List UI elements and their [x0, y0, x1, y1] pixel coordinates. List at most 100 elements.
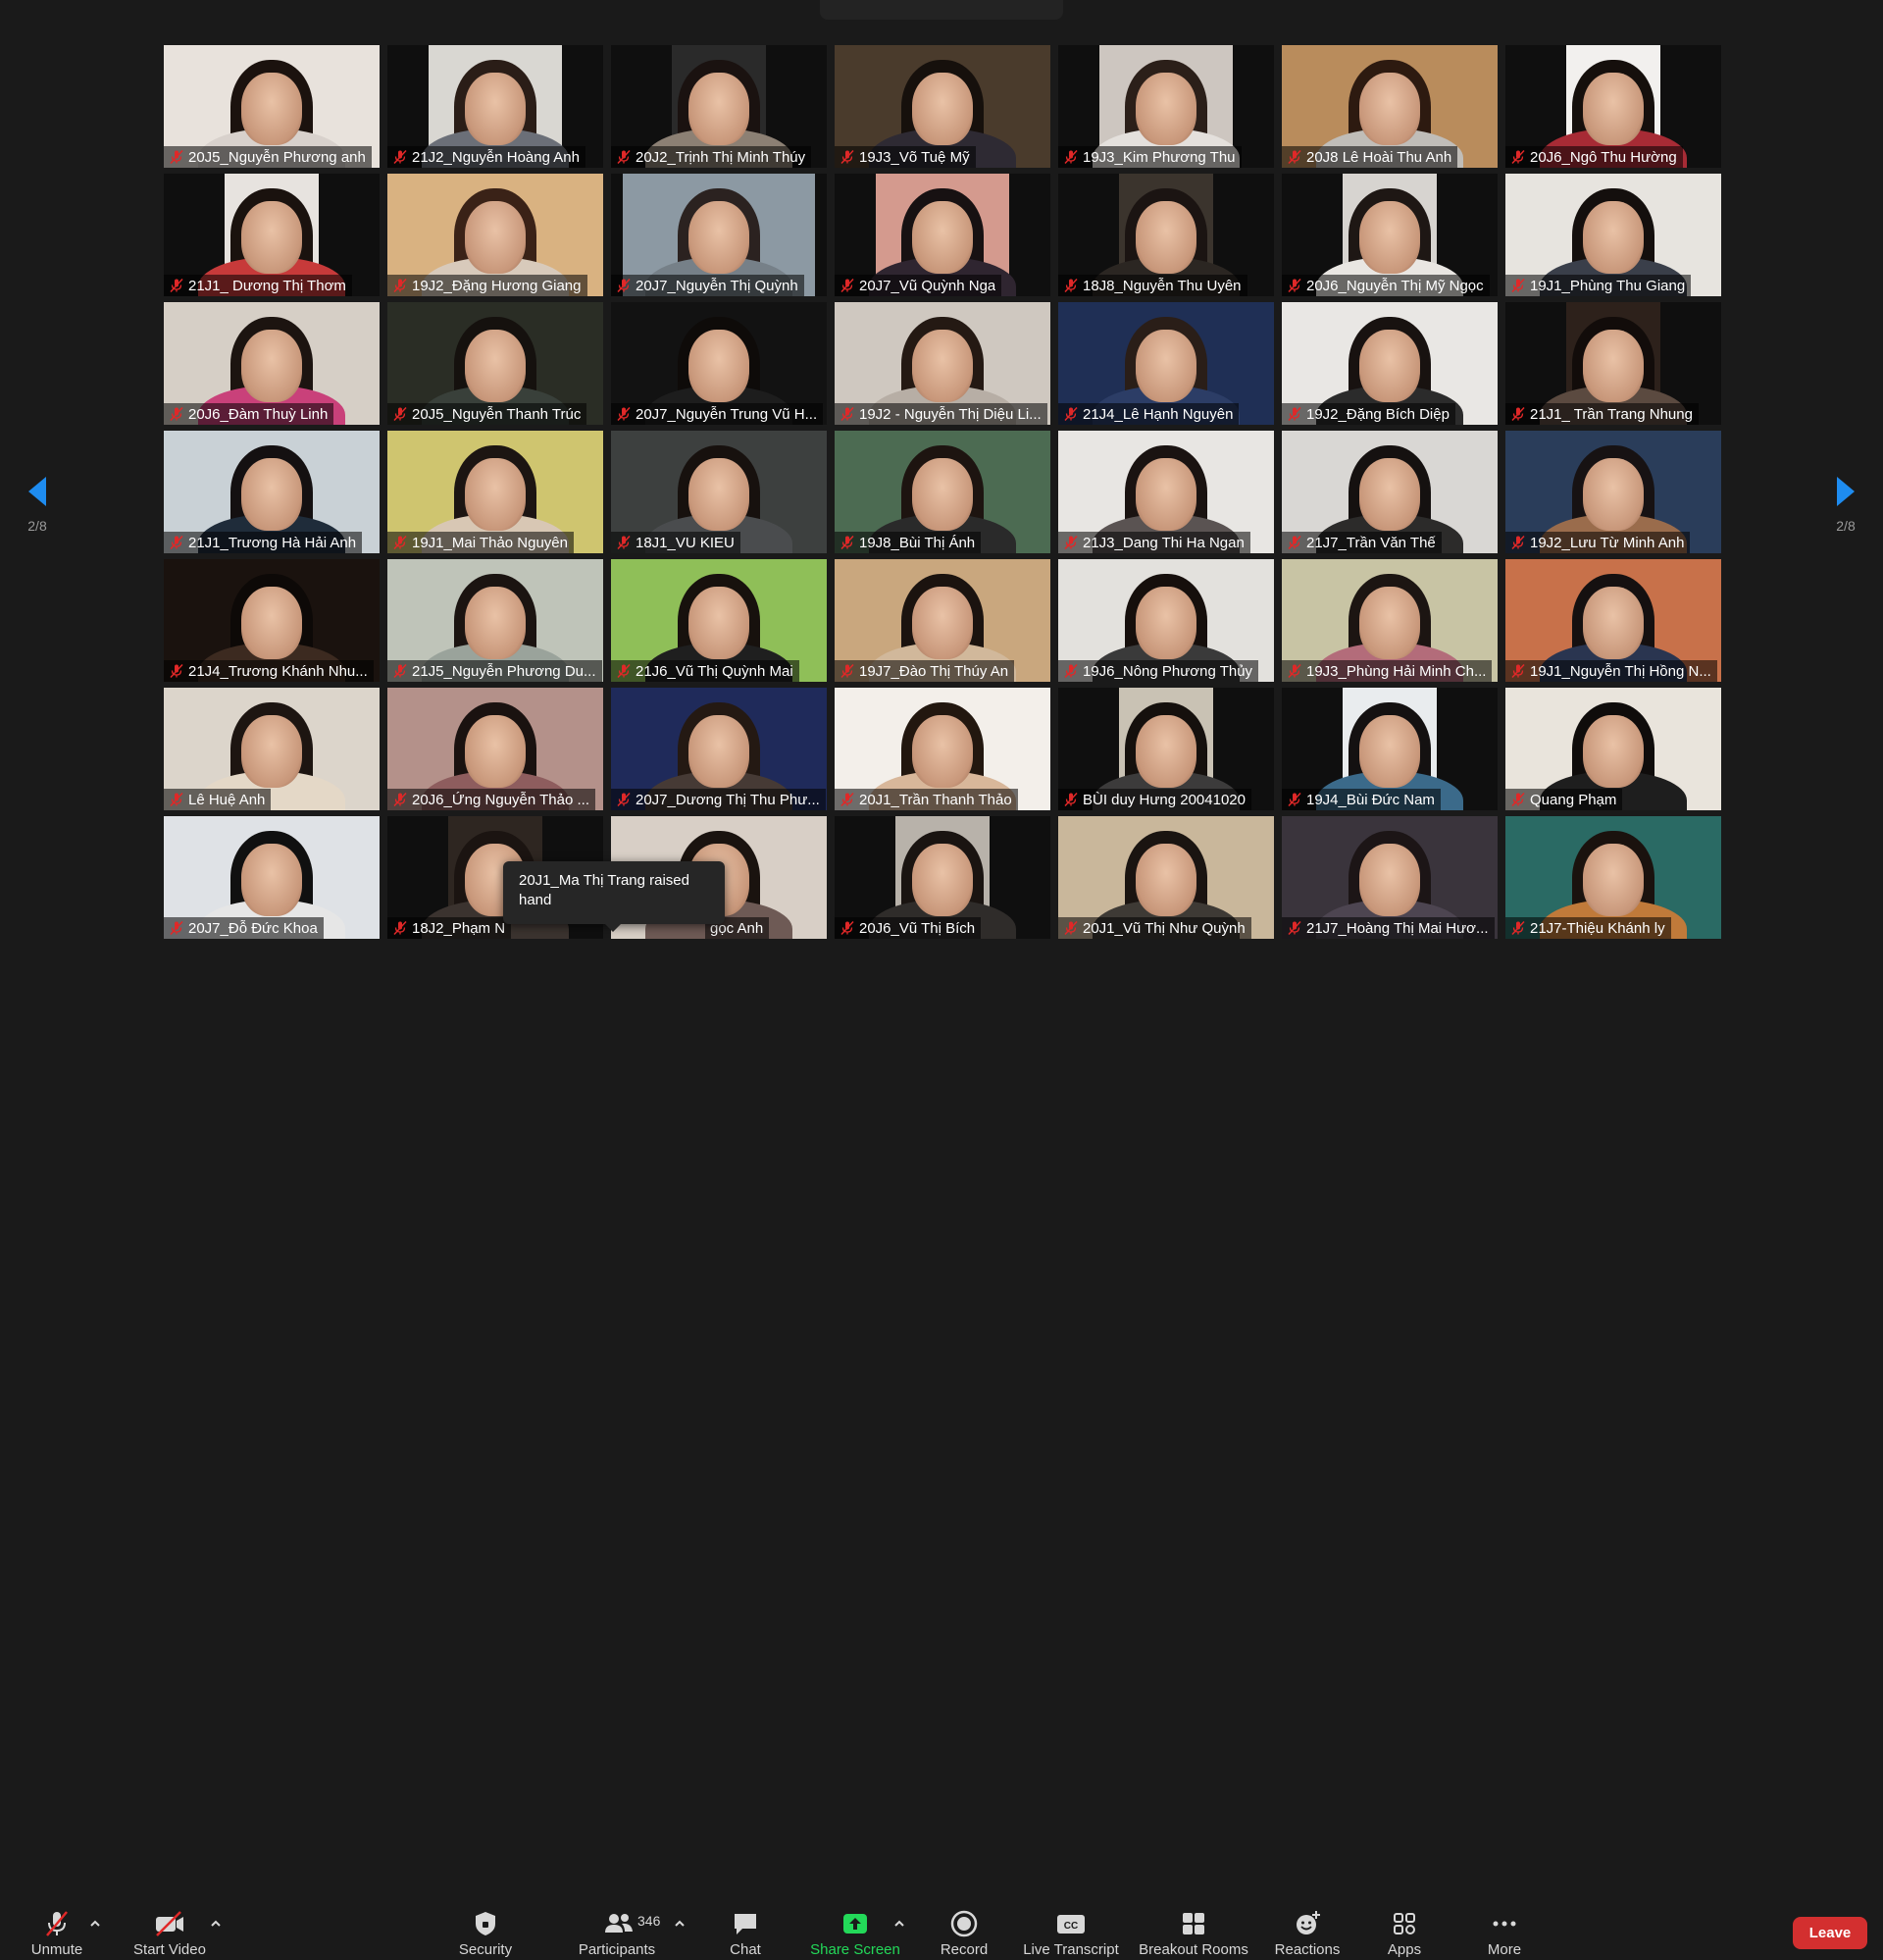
chat-button[interactable]: Chat [724, 1909, 767, 1960]
video-options-caret-icon[interactable] [209, 1918, 223, 1930]
muted-mic-icon [1064, 663, 1078, 679]
participant-tile[interactable]: 20J6_Nguyễn Thị Mỹ Ngọc [1282, 174, 1498, 296]
next-page-nav[interactable]: 2/8 [1826, 475, 1865, 534]
start-video-button[interactable]: Start Video [129, 1909, 210, 1960]
participant-tile[interactable]: 19J2 - Nguyễn Thị Diệu Li... [835, 302, 1050, 425]
previous-page-nav[interactable]: 2/8 [18, 475, 57, 534]
more-button[interactable]: More [1481, 1909, 1528, 1960]
participant-tile[interactable]: 19J7_Đào Thị Thúy An [835, 559, 1050, 682]
muted-mic-icon [840, 920, 854, 936]
participant-tile[interactable]: 21J5_Nguyễn Phương Du... [387, 559, 603, 682]
muted-mic-icon [1288, 920, 1301, 936]
participant-tile[interactable]: 20J7_Nguyễn Trung Vũ H... [611, 302, 827, 425]
participant-tile[interactable]: 19J3_Võ Tuệ Mỹ [835, 45, 1050, 168]
participant-tile[interactable]: 20J7_Dương Thị Thu Phư... [611, 688, 827, 810]
participant-tile[interactable]: 20J2_Trịnh Thị Minh Thúy [611, 45, 827, 168]
raise-hand-notification: 20J1_Ma Thị Trang raised hand [503, 861, 725, 932]
muted-mic-icon [840, 663, 854, 679]
participant-name: 20J8 Lê Hoài Thu Anh [1306, 148, 1452, 166]
participant-tile[interactable]: 20J5_Nguyễn Thanh Trúc [387, 302, 603, 425]
muted-mic-icon [617, 278, 631, 293]
participant-tile[interactable]: 19J1_Phùng Thu Giang [1505, 174, 1721, 296]
participant-face [912, 72, 973, 145]
participant-tile[interactable]: BÙI duy Hưng 20041020 [1058, 688, 1274, 810]
participant-tile[interactable]: 19J2_Lưu Từ Minh Anh [1505, 431, 1721, 553]
share-screen-button[interactable]: Share Screen [810, 1909, 900, 1960]
security-button[interactable]: Security [453, 1909, 518, 1960]
live-transcript-button[interactable]: CC Live Transcript [1022, 1909, 1120, 1960]
unmute-button[interactable]: Unmute [27, 1909, 86, 1960]
share-screen-icon [843, 1914, 867, 1934]
participant-tile[interactable]: 20J7_Đỗ Đức Khoa [164, 816, 380, 939]
record-button[interactable]: Record [938, 1909, 991, 1960]
participant-tile[interactable]: 20J6_Đàm Thuỳ Linh [164, 302, 380, 425]
participant-tile[interactable]: 21J4_Lê Hạnh Nguyên [1058, 302, 1274, 425]
participant-tile[interactable]: 21J4_Trương Khánh Nhu... [164, 559, 380, 682]
leave-button[interactable]: Leave [1793, 1917, 1867, 1949]
arrow-right-icon[interactable] [1833, 475, 1858, 508]
participant-tile[interactable]: 21J1_ Dương Thị Thơm [164, 174, 380, 296]
participant-tile[interactable]: 20J1_Trần Thanh Thảo [835, 688, 1050, 810]
participant-tile[interactable]: 19J2_Đặng Hương Giang [387, 174, 603, 296]
participant-tile[interactable]: 19J2_Đặng Bích Diệp [1282, 302, 1498, 425]
arrow-left-icon[interactable] [25, 475, 50, 508]
participant-face [1359, 200, 1420, 274]
participant-face [241, 329, 302, 402]
participant-tile[interactable]: 21J7_Trần Văn Thế [1282, 431, 1498, 553]
muted-mic-icon [1288, 535, 1301, 550]
unmute-label: Unmute [30, 1941, 83, 1958]
participant-face [1583, 457, 1644, 531]
participant-name: 20J2_Trịnh Thị Minh Thúy [636, 148, 806, 166]
participant-tile[interactable]: 21J1_Trương Hà Hải Anh [164, 431, 380, 553]
participant-tile[interactable]: 19J8_Bùi Thị Ánh [835, 431, 1050, 553]
participant-tile[interactable]: 20J5_Nguyễn Phương anh [164, 45, 380, 168]
participant-name-label: 19J2_Đặng Hương Giang [387, 275, 587, 296]
participant-tile[interactable]: 20J7_Vũ Quỳnh Nga [835, 174, 1050, 296]
participant-name-label: 21J7_Trần Văn Thế [1282, 532, 1442, 553]
participant-tile[interactable]: 21J7-Thiệu Khánh ly [1505, 816, 1721, 939]
closed-caption-icon: CC [1057, 1915, 1085, 1934]
participant-name: 21J1_ Trần Trang Nhung [1530, 405, 1693, 423]
participant-tile[interactable]: 20J6_Ứng Nguyễn Thảo ... [387, 688, 603, 810]
participant-name: 21J1_Trương Hà Hải Anh [188, 534, 357, 551]
participant-tile[interactable]: 21J1_ Trần Trang Nhung [1505, 302, 1721, 425]
muted-mic-icon [393, 792, 407, 807]
participant-tile[interactable]: 20J6_Vũ Thị Bích [835, 816, 1050, 939]
participant-tile[interactable]: 20J1_Vũ Thị Như Quỳnh [1058, 816, 1274, 939]
participant-tile[interactable]: Quang Phạm [1505, 688, 1721, 810]
participant-face [1359, 72, 1420, 145]
participant-tile[interactable]: 21J6_Vũ Thị Quỳnh Mai [611, 559, 827, 682]
participant-tile[interactable]: 19J1_Mai Thảo Nguyên [387, 431, 603, 553]
participant-tile[interactable]: 19J1_Nguyễn Thị Hồng N... [1505, 559, 1721, 682]
participant-face [1359, 714, 1420, 788]
participant-name: 21J4_Trương Khánh Nhu... [188, 662, 368, 680]
muted-mic-icon [1511, 149, 1525, 165]
participant-tile[interactable]: 19J4_Bùi Đức Nam [1282, 688, 1498, 810]
participant-tile[interactable]: 19J3_Kim Phương Thu [1058, 45, 1274, 168]
share-options-caret-icon[interactable] [892, 1918, 906, 1930]
participant-face [1136, 714, 1196, 788]
meeting-info-handle[interactable] [820, 0, 1063, 20]
participant-tile[interactable]: 20J8 Lê Hoài Thu Anh [1282, 45, 1498, 168]
breakout-rooms-button[interactable]: Breakout Rooms [1138, 1909, 1249, 1960]
participant-tile[interactable]: 21J2_Nguyễn Hoàng Anh [387, 45, 603, 168]
participant-tile[interactable]: 21J7_Hoàng Thị Mai Hươ... [1282, 816, 1498, 939]
participant-name-label: 21J1_Trương Hà Hải Anh [164, 532, 363, 553]
participant-name-label: 21J2_Nguyễn Hoàng Anh [387, 146, 585, 168]
reactions-button[interactable]: Reactions [1273, 1909, 1342, 1960]
participant-tile[interactable]: 19J6_Nông Phương Thủy [1058, 559, 1274, 682]
apps-button[interactable]: Apps [1383, 1909, 1426, 1960]
participant-tile[interactable]: 19J3_Phùng Hải Minh Ch... [1282, 559, 1498, 682]
participants-options-caret-icon[interactable] [673, 1918, 687, 1930]
participant-tile[interactable]: 20J6_Ngô Thu Hường [1505, 45, 1721, 168]
audio-options-caret-icon[interactable] [88, 1918, 102, 1930]
participant-tile[interactable]: 18J1_VU KIEU [611, 431, 827, 553]
participant-tile[interactable]: 21J3_Dang Thi Ha Ngan [1058, 431, 1274, 553]
participant-name-label: 19J7_Đào Thị Thúy An [835, 660, 1015, 682]
participant-tile[interactable]: 18J8_Nguyễn Thu Uyên [1058, 174, 1274, 296]
participant-tile[interactable]: Lê Huệ Anh [164, 688, 380, 810]
participant-name-label: 18J2_Phạm N [387, 917, 512, 939]
smiley-plus-icon [1297, 1911, 1320, 1934]
participant-tile[interactable]: 20J7_Nguyễn Thị Quỳnh [611, 174, 827, 296]
muted-mic-icon [393, 663, 407, 679]
